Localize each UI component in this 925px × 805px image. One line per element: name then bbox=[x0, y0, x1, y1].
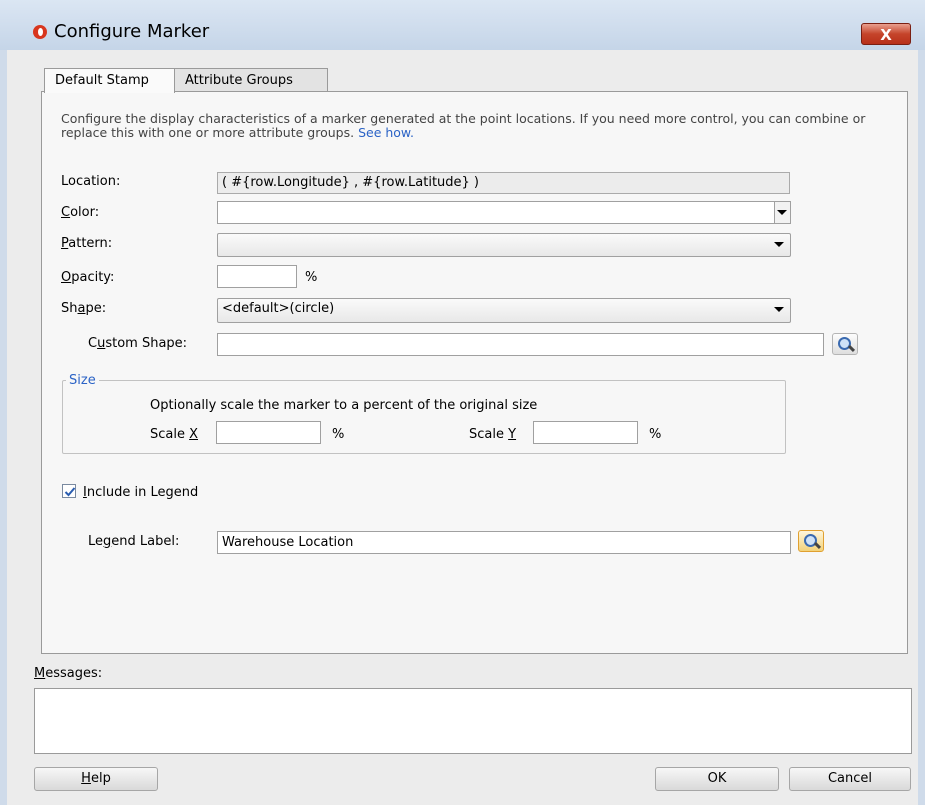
chevron-down-icon bbox=[774, 307, 784, 312]
pattern-select[interactable] bbox=[217, 233, 791, 257]
location-field: ( #{row.Longitude} , #{row.Latitude} ) bbox=[217, 172, 790, 194]
include-in-legend-label[interactable]: Include in Legend bbox=[83, 485, 198, 500]
color-label: Color: bbox=[61, 205, 100, 220]
checkmark-icon bbox=[64, 487, 76, 497]
see-how-link[interactable]: See how. bbox=[358, 125, 414, 140]
opacity-label: Opacity: bbox=[61, 270, 115, 285]
scale-y-label: Scale Y bbox=[469, 427, 517, 442]
tab-label: Default Stamp bbox=[55, 73, 149, 88]
color-dropdown-button[interactable] bbox=[774, 202, 790, 223]
chevron-down-icon bbox=[777, 210, 787, 215]
cancel-button[interactable]: Cancel bbox=[789, 767, 911, 791]
tab-attribute-groups[interactable]: Attribute Groups bbox=[174, 68, 328, 91]
description-text: Configure the display characteristics of… bbox=[61, 112, 881, 140]
close-icon: X bbox=[880, 26, 892, 44]
close-button[interactable]: X bbox=[861, 23, 911, 45]
help-button[interactable]: Help bbox=[34, 767, 158, 791]
scale-x-percent: % bbox=[332, 427, 345, 442]
scale-y-input[interactable] bbox=[533, 421, 638, 444]
opacity-percent: % bbox=[305, 270, 318, 285]
messages-label: Messages: bbox=[34, 666, 103, 681]
tab-label: Attribute Groups bbox=[185, 73, 293, 88]
size-hint: Optionally scale the marker to a percent… bbox=[150, 398, 538, 413]
shape-value: <default>(circle) bbox=[222, 301, 335, 316]
chevron-down-icon bbox=[774, 242, 784, 247]
legend-label-input[interactable]: Warehouse Location bbox=[217, 531, 791, 554]
custom-shape-label: Custom Shape: bbox=[88, 336, 188, 351]
scale-x-label: Scale X bbox=[150, 427, 199, 442]
description-body: Configure the display characteristics of… bbox=[61, 111, 866, 140]
location-label: Location: bbox=[61, 174, 121, 189]
size-group-title: Size bbox=[66, 373, 99, 388]
size-group bbox=[62, 380, 786, 454]
custom-shape-search-button[interactable] bbox=[832, 333, 858, 355]
include-in-legend-checkbox[interactable] bbox=[62, 484, 76, 498]
opacity-input[interactable] bbox=[217, 265, 297, 288]
messages-area[interactable] bbox=[34, 688, 912, 754]
scale-x-input[interactable] bbox=[216, 421, 321, 444]
window-frame-right bbox=[918, 50, 925, 805]
legend-label-caption: Legend Label: bbox=[88, 534, 180, 549]
shape-label: Shape: bbox=[61, 301, 107, 316]
tab-default-stamp[interactable]: Default Stamp bbox=[44, 68, 175, 93]
color-combobox[interactable] bbox=[217, 201, 791, 224]
scale-y-percent: % bbox=[649, 427, 662, 442]
shape-select[interactable]: <default>(circle) bbox=[217, 298, 791, 323]
pattern-label: Pattern: bbox=[61, 236, 113, 251]
legend-label-search-button[interactable] bbox=[798, 530, 824, 552]
app-logo-icon bbox=[33, 25, 47, 39]
custom-shape-input[interactable] bbox=[217, 333, 824, 356]
legend-label-value: Warehouse Location bbox=[222, 535, 354, 550]
ok-button[interactable]: OK bbox=[655, 767, 779, 791]
window-frame-left bbox=[0, 50, 7, 805]
window-title: Configure Marker bbox=[54, 21, 210, 42]
